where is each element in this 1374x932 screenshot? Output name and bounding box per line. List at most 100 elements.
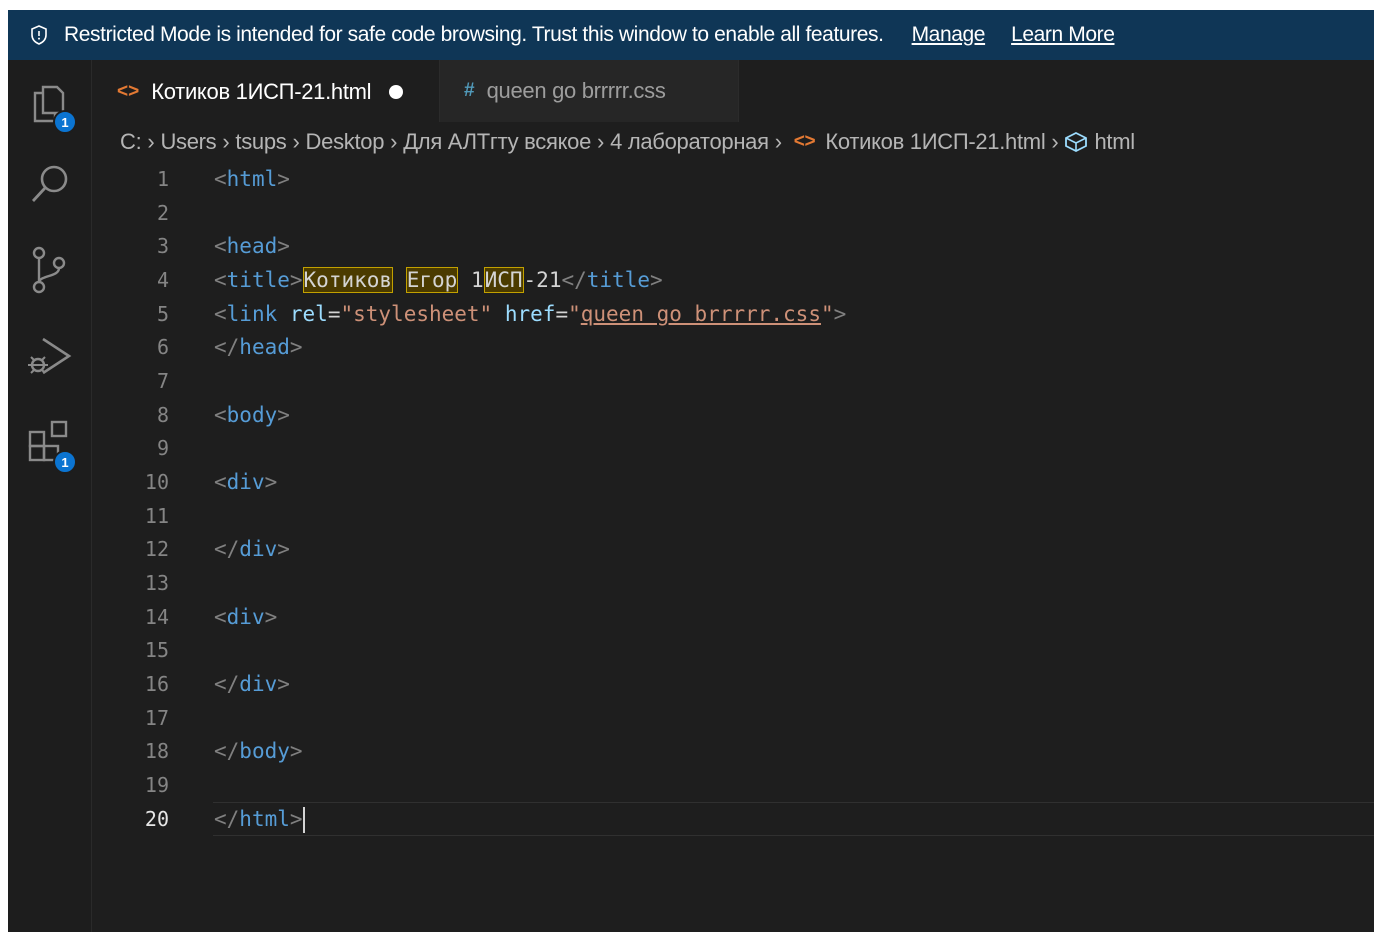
chevron-right-icon: › bbox=[222, 129, 230, 154]
learn-more-link[interactable]: Learn More bbox=[1011, 23, 1115, 47]
chevron-right-icon: › bbox=[1051, 129, 1059, 154]
line-number: 5 bbox=[156, 302, 169, 326]
activity-bar: 1 1 bbox=[8, 60, 92, 932]
current-code-line: 20 </html> bbox=[93, 802, 1374, 836]
code-line: 8 <body> bbox=[93, 398, 1374, 432]
line-content[interactable]: </div> bbox=[214, 667, 290, 701]
tab-label: Котиков 1ИСП-21.html bbox=[151, 79, 372, 104]
code-line: 10 <div> bbox=[93, 465, 1374, 499]
tab-label: queen go brrrrr.css bbox=[486, 78, 666, 103]
line-number: 9 bbox=[156, 436, 169, 460]
breadcrumb: C: › Users › tsups › Desktop › Для АЛТгт… bbox=[120, 122, 1135, 162]
line-number: 6 bbox=[156, 335, 169, 359]
code-line: 11 bbox=[93, 499, 1374, 533]
tab-queen-css[interactable]: # queen go brrrrr.css bbox=[439, 60, 739, 122]
link-href-value: queen go brrrrr.css bbox=[580, 302, 821, 326]
search-button[interactable] bbox=[8, 146, 92, 226]
breadcrumb-lab-folder[interactable]: 4 лабораторная bbox=[610, 129, 769, 155]
code-line: 13 bbox=[93, 566, 1374, 600]
line-number: 14 bbox=[144, 605, 169, 629]
breadcrumb-drive[interactable]: C: bbox=[120, 129, 142, 155]
line-number: 20 bbox=[144, 807, 169, 831]
code-line: 3 <head> bbox=[93, 229, 1374, 263]
line-content[interactable]: <body> bbox=[214, 398, 290, 432]
breadcrumb-folder[interactable]: Для АЛТгту всякое bbox=[403, 129, 591, 155]
shield-icon bbox=[28, 24, 50, 46]
line-number: 7 bbox=[156, 369, 169, 393]
text-cursor bbox=[302, 807, 305, 833]
breadcrumb-tsups[interactable]: tsups bbox=[235, 129, 286, 155]
line-content[interactable]: <html> bbox=[214, 162, 290, 196]
code-line: 18 </body> bbox=[93, 734, 1374, 768]
unsaved-dot-icon[interactable] bbox=[389, 85, 404, 99]
highlighted-word: Котиков bbox=[302, 267, 394, 293]
code-line: 5 <link rel="stylesheet" href="queen go … bbox=[93, 297, 1374, 331]
line-number: 10 bbox=[144, 470, 169, 494]
code-editor[interactable]: 1 <html> 2 3 <head> 4 <title>Котиков Его… bbox=[93, 162, 1374, 932]
symbol-element-icon bbox=[1064, 131, 1088, 153]
run-debug-button[interactable] bbox=[8, 318, 92, 398]
line-number: 2 bbox=[156, 201, 169, 225]
line-number: 11 bbox=[144, 504, 169, 528]
code-line: 2 bbox=[93, 196, 1374, 230]
line-content[interactable]: </head> bbox=[214, 330, 303, 364]
code-line: 4 <title>Котиков Егор 1ИСП-21</title> bbox=[93, 263, 1374, 297]
breadcrumb-symbol[interactable]: html bbox=[1094, 129, 1135, 155]
code-line: 19 bbox=[93, 768, 1374, 802]
restricted-mode-banner: Restricted Mode is intended for safe cod… bbox=[8, 10, 1374, 60]
code-line: 17 bbox=[93, 701, 1374, 735]
highlighted-word: Егор bbox=[405, 267, 459, 293]
search-icon bbox=[27, 161, 73, 212]
line-number: 12 bbox=[144, 537, 169, 561]
tab-kotikov-html[interactable]: <> Котиков 1ИСП-21.html bbox=[93, 60, 439, 122]
line-number: 8 bbox=[156, 403, 169, 427]
current-line-highlight bbox=[213, 802, 1374, 836]
line-number: 1 bbox=[156, 167, 169, 191]
line-content[interactable]: <div> bbox=[214, 465, 277, 499]
line-content[interactable]: <head> bbox=[214, 229, 290, 263]
chevron-right-icon: › bbox=[390, 129, 398, 154]
code-line: 6 </head> bbox=[93, 330, 1374, 364]
vscode-window: Restricted Mode is intended for safe cod… bbox=[8, 10, 1374, 932]
line-number: 3 bbox=[156, 234, 169, 258]
line-content[interactable]: <link rel="stylesheet" href="queen go br… bbox=[214, 297, 846, 331]
line-number: 13 bbox=[144, 571, 169, 595]
explorer-badge: 1 bbox=[53, 110, 77, 134]
explorer-button[interactable]: 1 bbox=[8, 66, 92, 146]
line-number: 4 bbox=[156, 268, 169, 292]
line-number: 15 bbox=[144, 638, 169, 662]
code-line: 16 </div> bbox=[93, 667, 1374, 701]
line-number: 19 bbox=[144, 773, 169, 797]
line-content[interactable]: <title>Котиков Егор 1ИСП-21</title> bbox=[214, 263, 663, 297]
manage-link[interactable]: Manage bbox=[912, 23, 986, 47]
banner-message: Restricted Mode is intended for safe cod… bbox=[64, 23, 884, 46]
highlighted-word: ИСП bbox=[483, 267, 524, 293]
line-content[interactable]: <div> bbox=[214, 600, 277, 634]
breadcrumb-file[interactable]: Котиков 1ИСП-21.html bbox=[825, 129, 1045, 155]
line-number: 17 bbox=[144, 706, 169, 730]
editor-tabs: <> Котиков 1ИСП-21.html # queen go brrrr… bbox=[93, 60, 1374, 122]
breadcrumb-desktop[interactable]: Desktop bbox=[306, 129, 385, 155]
code-line: 12 </div> bbox=[93, 532, 1374, 566]
chevron-right-icon: › bbox=[597, 129, 605, 154]
code-line: 14 <div> bbox=[93, 600, 1374, 634]
breadcrumb-users[interactable]: Users bbox=[160, 129, 216, 155]
run-debug-icon bbox=[25, 331, 75, 386]
line-content[interactable]: </body> bbox=[214, 734, 303, 768]
chevron-right-icon: › bbox=[774, 129, 782, 154]
source-control-button[interactable] bbox=[8, 232, 92, 312]
extensions-badge: 1 bbox=[53, 450, 77, 474]
source-control-icon bbox=[27, 245, 73, 300]
chevron-right-icon: › bbox=[292, 129, 300, 154]
html-file-icon: <> bbox=[117, 81, 140, 102]
css-file-icon: # bbox=[464, 80, 475, 101]
code-line: 9 bbox=[93, 431, 1374, 465]
chevron-right-icon: › bbox=[147, 129, 155, 154]
code-line: 7 bbox=[93, 364, 1374, 398]
line-content[interactable]: </div> bbox=[214, 532, 290, 566]
extensions-button[interactable]: 1 bbox=[8, 404, 92, 484]
code-line: 15 bbox=[93, 633, 1374, 667]
line-content[interactable]: </html> bbox=[214, 802, 305, 836]
html-file-icon: <> bbox=[793, 131, 816, 152]
line-number: 18 bbox=[144, 739, 169, 763]
